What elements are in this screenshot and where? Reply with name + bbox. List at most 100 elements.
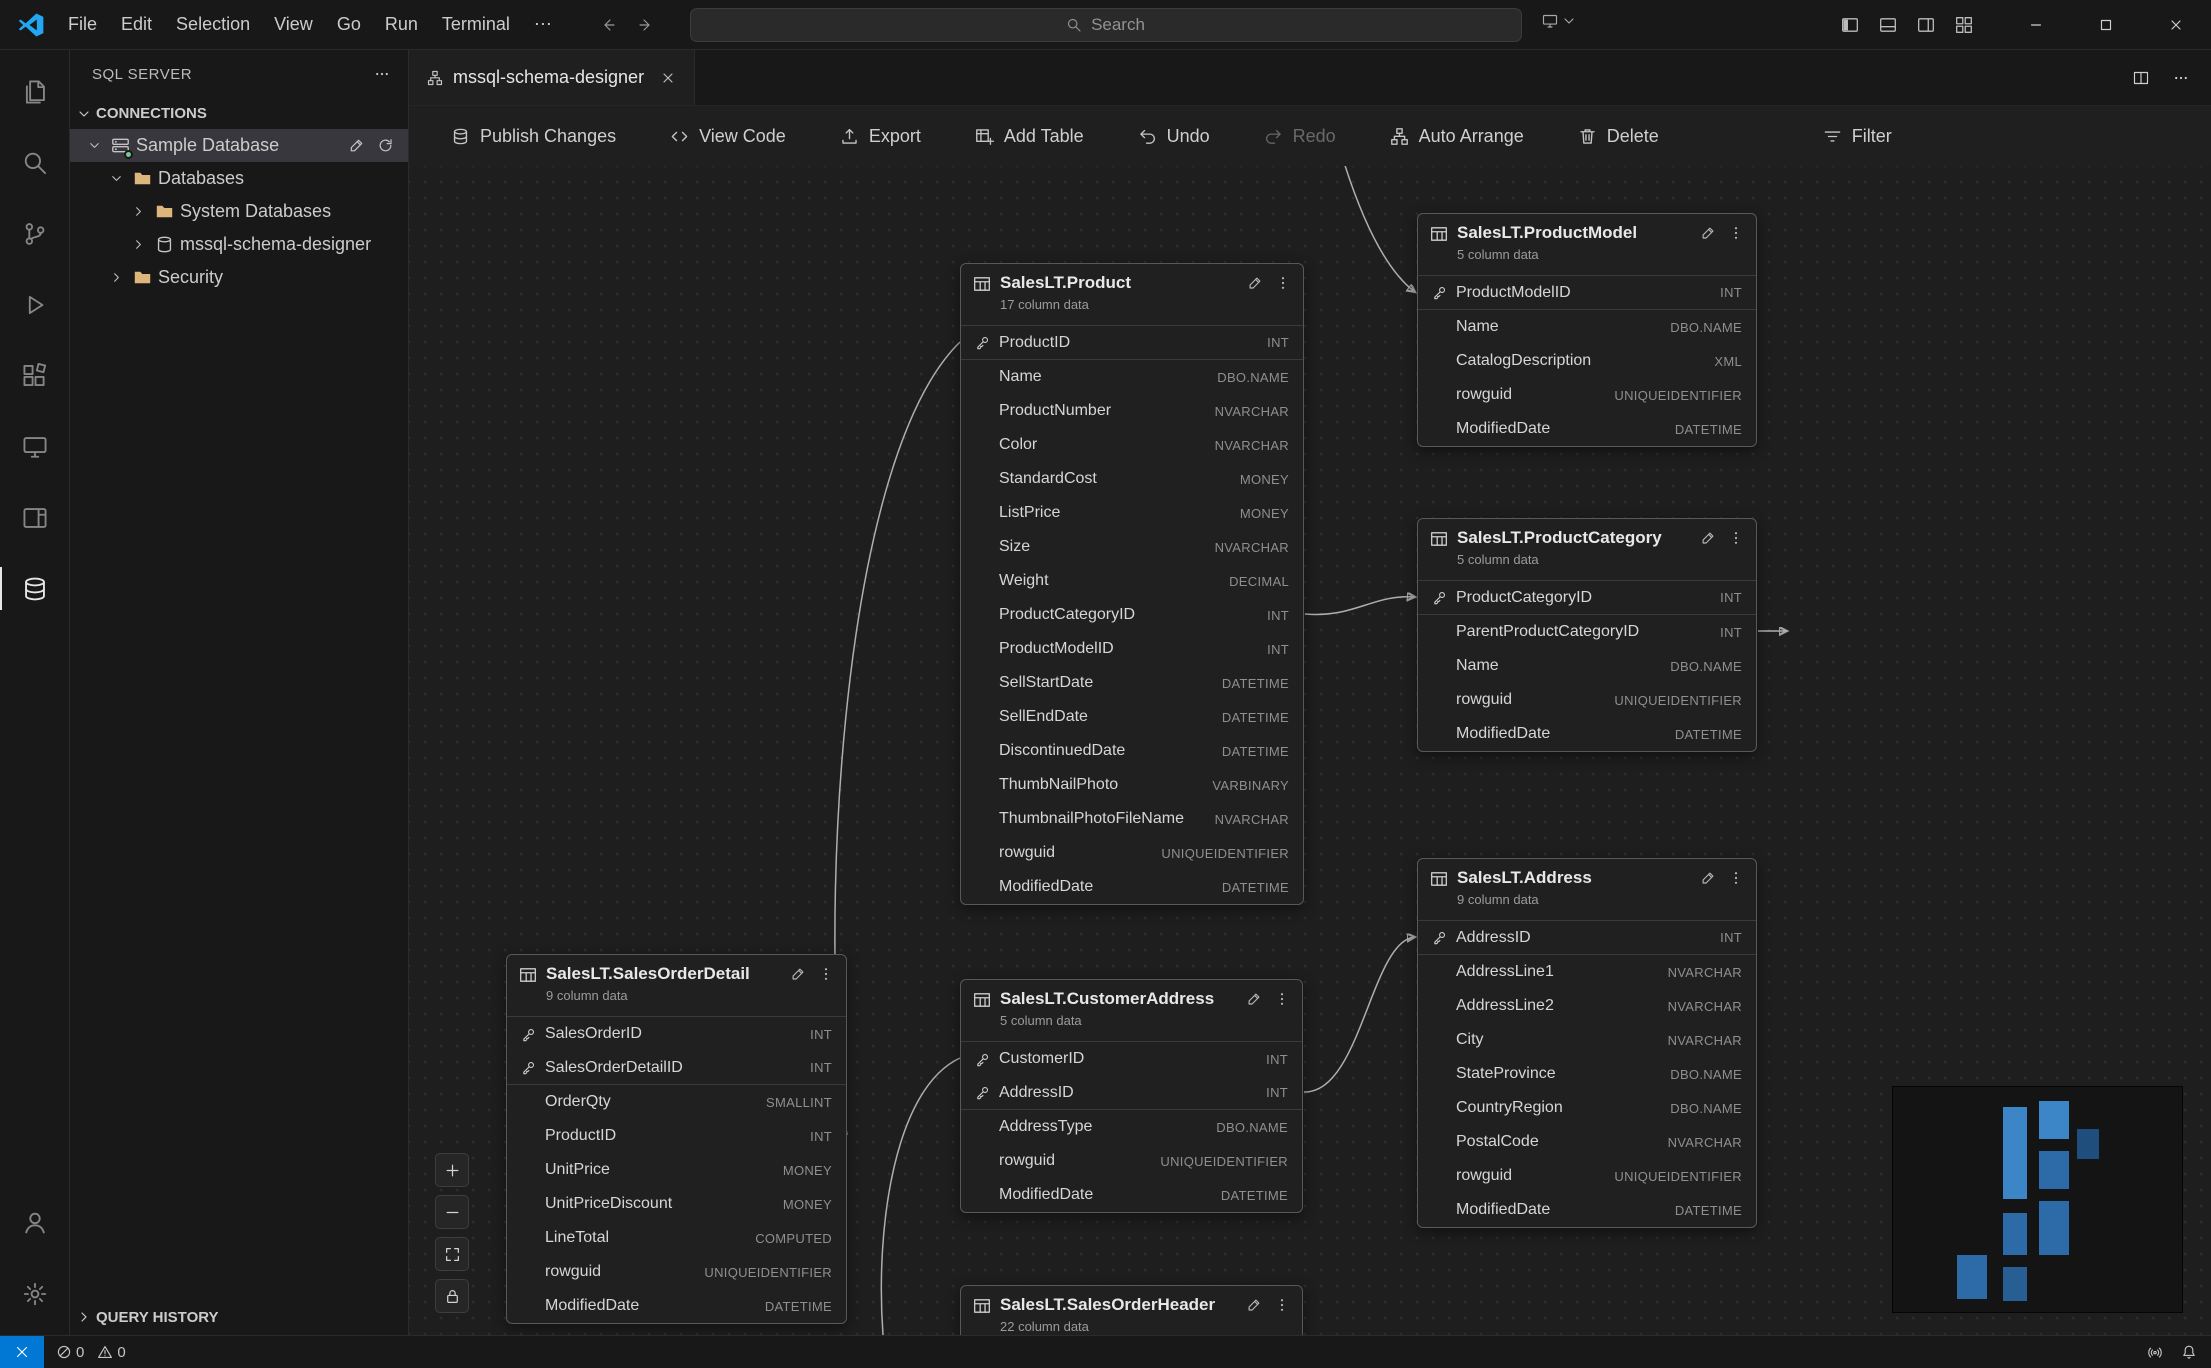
column-row-productcategoryid[interactable]: ProductCategoryID INT [1418,581,1756,615]
activity-item-explorer[interactable] [0,56,69,127]
toggle-panel-button[interactable] [1879,16,1897,34]
column-row-thumbnailphotofilename[interactable]: ThumbnailPhotoFileName NVARCHAR [961,802,1303,836]
table-menu-button[interactable] [1728,225,1744,241]
edit-table-button[interactable] [1246,991,1262,1007]
column-row-productnumber[interactable]: ProductNumber NVARCHAR [961,394,1303,428]
menu-edit[interactable]: Edit [109,9,164,40]
column-row-productid[interactable]: ProductID INT [961,326,1303,360]
column-row-modifieddate[interactable]: ModifiedDate DATETIME [961,1178,1302,1212]
column-row-rowguid[interactable]: rowguid UNIQUEIDENTIFIER [961,836,1303,870]
edit-button[interactable] [348,137,365,154]
menu-selection[interactable]: Selection [164,9,262,40]
column-row-color[interactable]: Color NVARCHAR [961,428,1303,462]
menu-file[interactable]: File [56,9,109,40]
edit-table-button[interactable] [1700,870,1716,886]
column-row-name[interactable]: Name DBO.NAME [1418,649,1756,683]
activity-item-accounts[interactable] [0,1187,69,1258]
remote-indicator[interactable] [0,1336,44,1368]
column-row-productmodelid[interactable]: ProductModelID INT [1418,276,1756,310]
close-tab-button[interactable] [660,70,676,86]
tree-item-sample-database[interactable]: Sample Database [70,129,408,162]
column-row-addressid[interactable]: AddressID INT [961,1076,1302,1110]
delete-button[interactable]: Delete [1578,126,1659,147]
undo-button[interactable]: Undo [1138,126,1210,147]
filter-button[interactable]: Filter [1823,126,1892,147]
column-row-name[interactable]: Name DBO.NAME [961,360,1303,394]
column-row-modifieddate[interactable]: ModifiedDate DATETIME [1418,412,1756,446]
tree-item-databases[interactable]: Databases [70,162,408,195]
customize-layout-button[interactable] [1955,16,1973,34]
column-row-modifieddate[interactable]: ModifiedDate DATETIME [1418,717,1756,751]
tree-item-system-databases[interactable]: System Databases [70,195,408,228]
table-node-product-model[interactable]: SalesLT.ProductModel 5 column data Produ… [1417,213,1757,447]
chevron-right-icon[interactable] [128,204,148,219]
column-row-catalogdescription[interactable]: CatalogDescription XML [1418,344,1756,378]
table-menu-button[interactable] [1275,275,1291,291]
table-node-header[interactable]: SalesLT.SalesOrderDetail 9 column data [507,955,846,1017]
export-button[interactable]: Export [840,126,921,147]
fit-view-button[interactable] [435,1237,469,1271]
table-node-sales-order-header[interactable]: SalesLT.SalesOrderHeader 22 column data [960,1285,1303,1335]
forward-button[interactable] [638,17,654,33]
column-row-addressline1[interactable]: AddressLine1 NVARCHAR [1418,955,1756,989]
column-row-rowguid[interactable]: rowguid UNIQUEIDENTIFIER [1418,378,1756,412]
zoom-out-button[interactable] [435,1195,469,1229]
column-row-thumbnailphoto[interactable]: ThumbNailPhoto VARBINARY [961,768,1303,802]
toggle-primary-sidebar-button[interactable] [1841,16,1859,34]
view-code-button[interactable]: View Code [670,126,786,147]
column-row-name[interactable]: Name DBO.NAME [1418,310,1756,344]
refresh-button[interactable] [377,137,394,154]
back-button[interactable] [600,17,616,33]
tree-item-security[interactable]: Security [70,261,408,294]
edit-table-button[interactable] [1700,530,1716,546]
table-menu-button[interactable] [1274,991,1290,1007]
column-row-rowguid[interactable]: rowguid UNIQUEIDENTIFIER [1418,1159,1756,1193]
edit-table-button[interactable] [790,966,806,982]
column-row-productcategoryid[interactable]: ProductCategoryID INT [961,598,1303,632]
minimize-button[interactable] [2001,0,2071,50]
add-table-button[interactable]: Add Table [975,126,1084,147]
column-row-unitprice[interactable]: UnitPrice MONEY [507,1153,846,1187]
column-row-rowguid[interactable]: rowguid UNIQUEIDENTIFIER [507,1255,846,1289]
table-node-header[interactable]: SalesLT.ProductCategory 5 column data [1418,519,1756,581]
activity-item-panel-view[interactable] [0,482,69,553]
column-row-productid[interactable]: ProductID INT [507,1119,846,1153]
table-node-header[interactable]: SalesLT.Product 17 column data [961,264,1303,326]
notifications-bell-icon[interactable] [2181,1344,2197,1360]
activity-item-sql-server[interactable] [0,553,69,624]
table-menu-button[interactable] [1274,1297,1290,1313]
table-node-sales-order-detail[interactable]: SalesLT.SalesOrderDetail 9 column data S… [506,954,847,1324]
column-row-sellstartdate[interactable]: SellStartDate DATETIME [961,666,1303,700]
column-row-customerid[interactable]: CustomerID INT [961,1042,1302,1076]
zoom-in-button[interactable] [435,1153,469,1187]
problems-status[interactable]: 0 0 [56,1344,134,1361]
column-row-modifieddate[interactable]: ModifiedDate DATETIME [1418,1193,1756,1227]
column-row-unitpricediscount[interactable]: UnitPriceDiscount MONEY [507,1187,846,1221]
column-row-parentproductcategoryid[interactable]: ParentProductCategoryID INT [1418,615,1756,649]
table-node-header[interactable]: SalesLT.SalesOrderHeader 22 column data [961,1286,1302,1335]
auto-arrange-button[interactable]: Auto Arrange [1390,126,1524,147]
column-row-rowguid[interactable]: rowguid UNIQUEIDENTIFIER [961,1144,1302,1178]
menu-terminal[interactable]: Terminal [430,9,522,40]
chevron-down-icon[interactable] [106,171,126,186]
column-row-modifieddate[interactable]: ModifiedDate DATETIME [507,1289,846,1323]
chevron-down-icon[interactable] [84,138,104,153]
column-row-addresstype[interactable]: AddressType DBO.NAME [961,1110,1302,1144]
column-row-discontinueddate[interactable]: DiscontinuedDate DATETIME [961,734,1303,768]
tree-item-mssql-schema-designer[interactable]: mssql-schema-designer [70,228,408,261]
column-row-linetotal[interactable]: LineTotal COMPUTED [507,1221,846,1255]
activity-item-run-and-debug[interactable] [0,269,69,340]
menu-run[interactable]: Run [373,9,430,40]
column-row-listprice[interactable]: ListPrice MONEY [961,496,1303,530]
edit-table-button[interactable] [1247,275,1263,291]
split-editor-button[interactable] [2133,70,2149,86]
activity-item-search[interactable] [0,127,69,198]
edit-table-button[interactable] [1700,225,1716,241]
edit-table-button[interactable] [1246,1297,1262,1313]
column-row-rowguid[interactable]: rowguid UNIQUEIDENTIFIER [1418,683,1756,717]
chevron-right-icon[interactable] [106,270,126,285]
activity-item-source-control[interactable] [0,198,69,269]
schema-canvas[interactable]: SalesLT.Product 17 column data ProductID… [409,166,2211,1335]
table-node-address[interactable]: SalesLT.Address 9 column data AddressID … [1417,858,1757,1228]
menu-go[interactable]: Go [325,9,373,40]
